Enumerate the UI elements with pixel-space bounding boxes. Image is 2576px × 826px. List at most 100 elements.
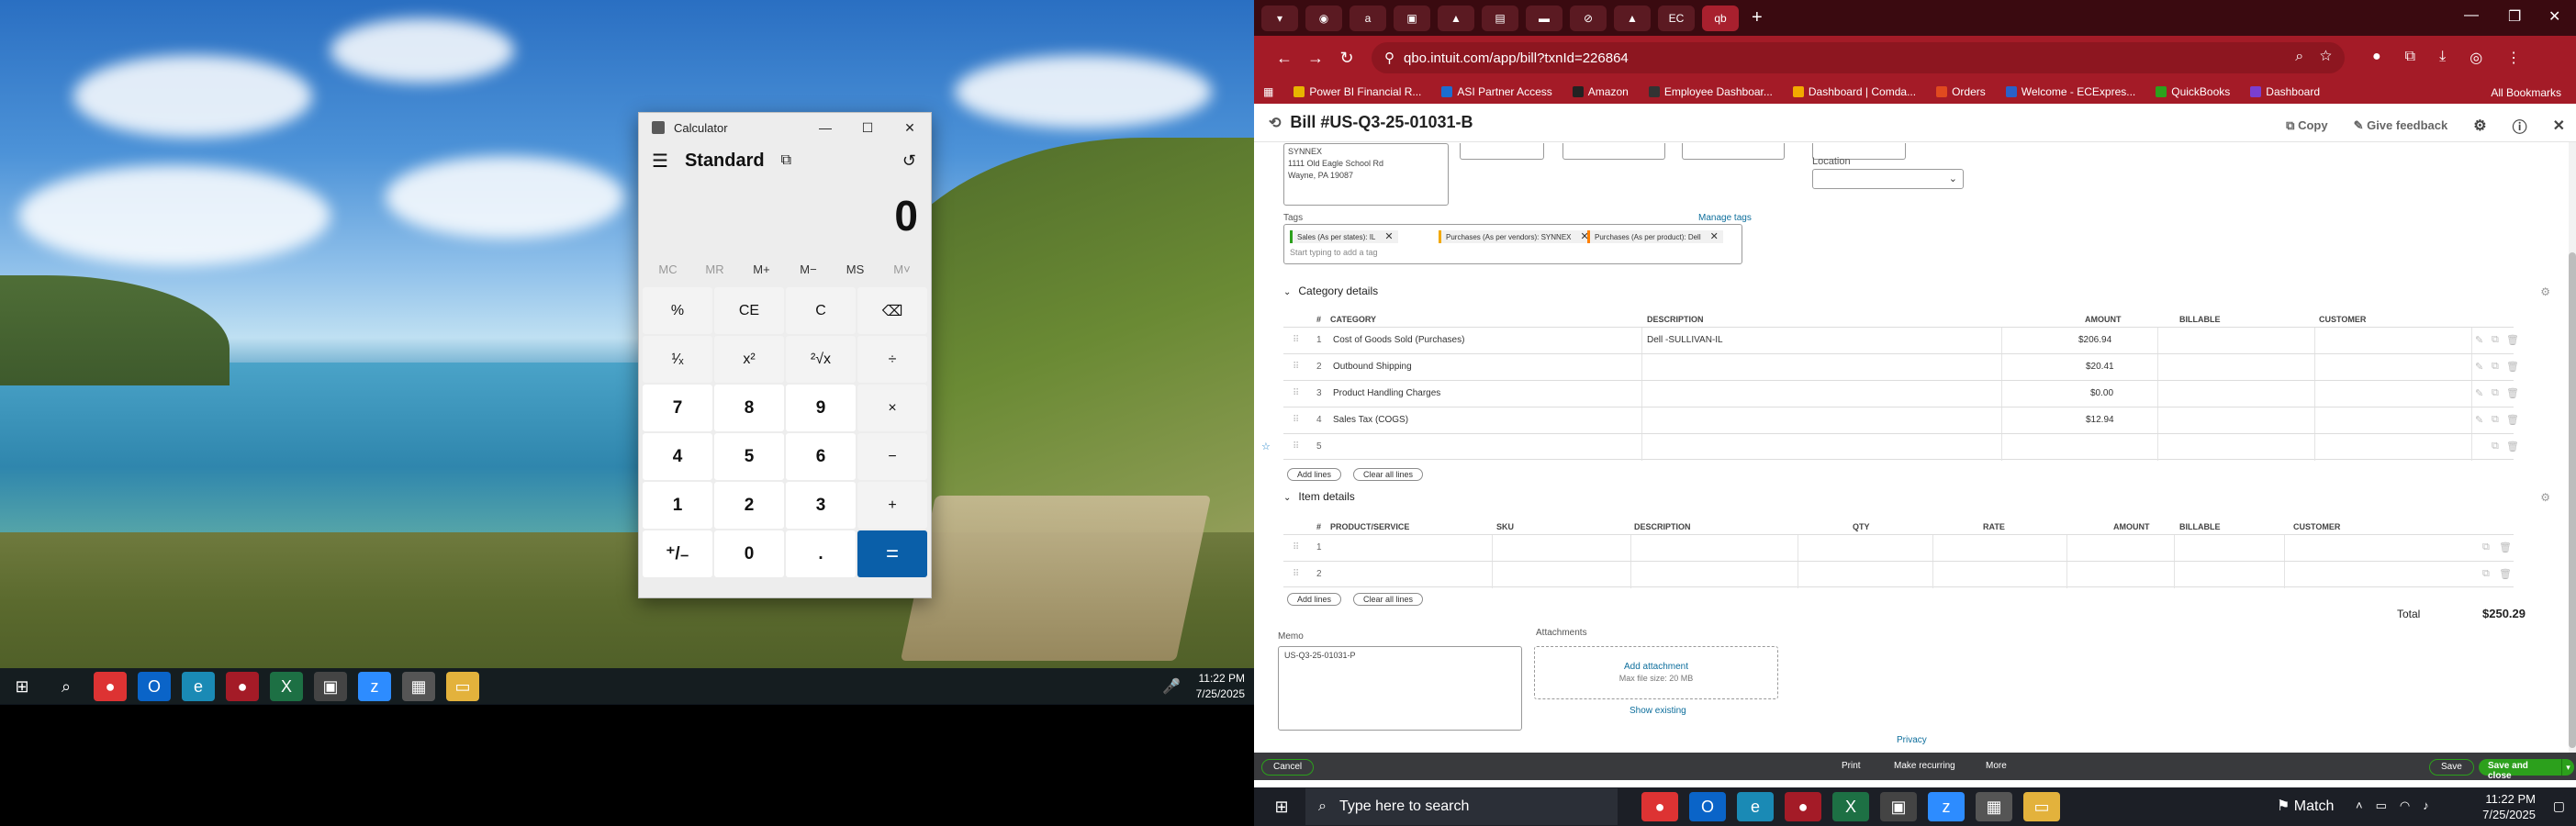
drag-handle-icon[interactable]: ⠿ [1293,542,1299,553]
multiply-button[interactable]: × [857,385,927,431]
chevron-up-icon[interactable]: ˄ [2356,798,2363,813]
memo-field[interactable]: US-Q3-25-01031-P [1278,646,1522,731]
bookmark-asi[interactable]: ASI Partner Access [1441,85,1552,98]
table-row[interactable]: ⠿ 1 ⧉ 🗑 [1283,534,2514,562]
category-cell[interactable]: Cost of Goods Sold (Purchases) [1333,335,1464,345]
calculator-window[interactable]: Calculator — ☐ ✕ ☰ Standard ⧉ ↺ 0 MC MR … [638,112,932,598]
copy-button[interactable]: ⧉ Copy [2286,118,2327,133]
tab-5[interactable]: ▤ [1482,5,1518,31]
all-bookmarks[interactable]: All Bookmarks [2491,86,2561,99]
app-icon[interactable]: ▣ [314,672,347,701]
amount-cell[interactable]: $206.94 [2078,335,2111,345]
clear-entry-button[interactable]: CE [714,287,784,334]
bookmark-powerbi[interactable]: Power BI Financial R... [1294,85,1421,98]
digit-8-button[interactable]: 8 [714,385,784,431]
table-row[interactable]: ⠿ 3 Product Handling Charges $0.00 ✎ ⧉ 🗑 [1283,380,2519,407]
bookmark-dashboard[interactable]: Dashboard [2250,85,2320,98]
extensions-icon[interactable]: ⧉ [2405,49,2415,67]
amount-cell[interactable]: $20.41 [2086,362,2114,372]
digit-2-button[interactable]: 2 [714,482,784,529]
file-explorer-icon[interactable]: ▭ [446,672,479,701]
reload-icon[interactable]: ↻ [1331,49,1362,68]
duplicate-icon[interactable]: ⧉ [2492,334,2499,346]
add-lines-button[interactable]: Add lines [1287,468,1342,481]
reciprocal-button[interactable]: ¹⁄ₓ [643,336,712,383]
amount-cell[interactable]: $0.00 [2090,388,2113,398]
backspace-button[interactable]: ⌫ [857,287,927,334]
star-icon[interactable]: ☆ [1261,441,1271,452]
memory-list-button[interactable]: M˅ [879,262,925,276]
duplicate-icon[interactable]: ⧉ [2492,387,2499,399]
tags-input[interactable]: Start typing to add a tag [1290,248,1378,257]
download-icon[interactable]: ⤓ [2439,49,2446,67]
excel-icon[interactable]: X [270,672,303,701]
start-icon[interactable]: ⊞ [6,672,39,701]
digit-1-button[interactable]: 1 [643,482,712,529]
remove-tag-icon[interactable]: ✕ [1710,231,1719,242]
apps-grid-icon[interactable]: ▦ [1263,85,1273,98]
clear-all-lines-button[interactable]: Clear all lines [1353,593,1424,606]
weather-widget[interactable]: ⚑ Match [2277,797,2334,815]
chrome-profile-icon[interactable]: ● [1785,792,1821,821]
drag-handle-icon[interactable]: ⠿ [1293,415,1299,425]
left-clock[interactable]: 11:22 PM 7/25/2025 [1196,671,1245,702]
network-icon[interactable]: ▭ [2376,798,2387,813]
digit-0-button[interactable]: 0 [714,530,784,577]
save-and-close-button[interactable]: Save and close [2479,759,2561,781]
equals-button[interactable]: = [857,530,927,577]
close-button[interactable]: ✕ [889,113,931,142]
start-icon[interactable]: ⊞ [1263,798,1300,817]
item-settings-gear-icon[interactable]: ⚙ [2540,491,2550,504]
delete-icon[interactable]: 🗑 [2499,541,2512,553]
drag-handle-icon[interactable]: ⠿ [1293,335,1299,345]
amount-cell[interactable]: $12.94 [2086,415,2114,425]
page-scrollbar[interactable] [2569,142,2576,780]
remove-tag-icon[interactable]: ✕ [1384,231,1393,242]
drag-handle-icon[interactable]: ⠿ [1293,569,1299,579]
tags-field[interactable]: Sales (As per states): IL ✕ Purchases (As… [1283,224,1742,264]
table-row[interactable]: ⠿ 1 Cost of Goods Sold (Purchases) Dell … [1283,327,2519,354]
edit-icon[interactable]: ✎ [2475,361,2483,373]
file-explorer-icon[interactable]: ▭ [2023,792,2060,821]
give-feedback-button[interactable]: ✎ Give feedback [2354,118,2448,133]
table-row[interactable]: ⠿ 2 ⧉ 🗑 [1283,561,2514,588]
account-icon[interactable]: ◎ [2470,49,2482,67]
drag-handle-icon[interactable]: ⠿ [1293,388,1299,398]
menu-icon[interactable]: ☰ [652,150,668,173]
add-button[interactable]: + [857,482,927,529]
memory-recall-button[interactable]: MR [692,262,738,276]
digit-7-button[interactable]: 7 [643,385,712,431]
microphone-icon[interactable]: 🎤 [1162,677,1181,696]
digit-4-button[interactable]: 4 [643,433,712,480]
save-button[interactable]: Save [2429,759,2474,776]
attachment-dropzone[interactable]: Add attachment Max file size: 20 MB [1534,646,1778,699]
tab-1[interactable]: ◉ [1305,5,1342,31]
add-lines-button[interactable]: Add lines [1287,593,1342,606]
zoom-icon[interactable]: z [1928,792,1965,821]
bookmark-quickbooks[interactable]: QuickBooks [2156,85,2230,98]
edit-icon[interactable]: ✎ [2475,414,2483,426]
tab-9[interactable]: EC [1658,5,1695,31]
category-settings-gear-icon[interactable]: ⚙ [2540,285,2550,298]
tab-8[interactable]: ▲ [1614,5,1651,31]
table-row[interactable]: ⠿ 2 Outbound Shipping $20.41 ✎ ⧉ 🗑 [1283,353,2519,381]
notification-icon[interactable]: ▢ [2553,798,2565,814]
percent-button[interactable]: % [643,287,712,334]
browser-restore-button[interactable]: ❐ [2508,7,2521,26]
delete-icon[interactable]: 🗑 [2506,414,2519,426]
volume-icon[interactable]: ♪ [2423,798,2429,813]
manage-tags-link[interactable]: Manage tags [1698,213,1752,223]
close-bill-icon[interactable]: ✕ [2553,117,2565,135]
chrome-profile-icon[interactable]: ● [226,672,259,701]
tab-7[interactable]: ⊘ [1570,5,1607,31]
memory-add-button[interactable]: M+ [739,262,785,276]
tab-6[interactable]: ▬ [1526,5,1562,31]
negate-button[interactable]: ⁺/₋ [643,530,712,577]
more-button[interactable]: More [1986,761,2007,771]
location-select[interactable]: ⌄ [1812,169,1964,189]
bookmark-employee[interactable]: Employee Dashboar... [1648,85,1773,98]
minimize-button[interactable]: — [804,113,846,142]
browser-close-button[interactable]: ✕ [2548,7,2560,26]
settings-gear-icon[interactable]: ⚙ [2473,117,2486,135]
maximize-button[interactable]: ☐ [846,113,889,142]
